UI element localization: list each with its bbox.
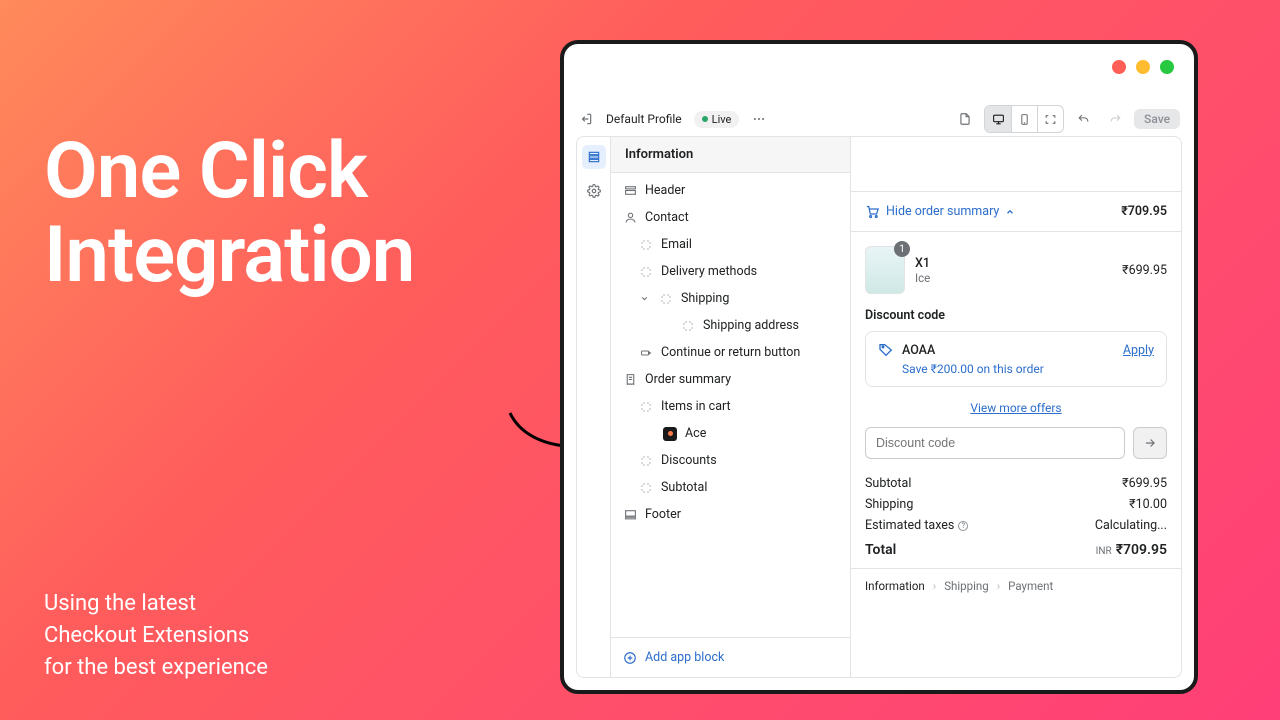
- profile-name: Default Profile: [606, 112, 682, 126]
- preview-panel: Hide order summary ₹709.95 X1 Ice ₹699.9…: [850, 136, 1182, 678]
- bc-step-shipping[interactable]: Shipping: [944, 579, 988, 593]
- block-discounts[interactable]: Discounts: [611, 447, 850, 474]
- block-email[interactable]: Email: [611, 231, 850, 258]
- desktop-icon[interactable]: [985, 106, 1011, 132]
- tag-icon: [878, 342, 894, 358]
- close-dot[interactable]: [1112, 60, 1126, 74]
- product-thumb: [865, 246, 905, 294]
- receipt-icon: [623, 373, 637, 387]
- expand-dot[interactable]: [1160, 60, 1174, 74]
- section-footer[interactable]: Footer: [611, 501, 850, 528]
- chevron-down-icon: [639, 294, 649, 304]
- product-variant: Ice: [915, 271, 1112, 285]
- block-icon: [681, 319, 695, 333]
- minimize-dot[interactable]: [1136, 60, 1150, 74]
- discount-heading: Discount code: [851, 308, 1181, 331]
- discount-input[interactable]: [865, 427, 1125, 459]
- hero-line1: One Click: [44, 126, 367, 217]
- window-controls: [1112, 60, 1174, 74]
- order-summary-toggle[interactable]: Hide order summary: [865, 204, 1015, 219]
- sections-tab[interactable]: [582, 145, 606, 169]
- footer-icon: [623, 508, 637, 522]
- discount-offer-card: AOAA Apply Save ₹200.00 on this order: [865, 331, 1167, 387]
- bc-step-info[interactable]: Information: [865, 579, 925, 593]
- block-icon: [639, 265, 653, 279]
- arrow-right-icon: [1143, 436, 1157, 450]
- page-icon[interactable]: [952, 106, 978, 132]
- info-icon: ?: [958, 521, 968, 531]
- fullscreen-icon[interactable]: [1037, 106, 1063, 132]
- bc-step-payment[interactable]: Payment: [1008, 579, 1053, 593]
- block-continue[interactable]: Continue or return button: [611, 339, 850, 366]
- exit-icon[interactable]: [578, 111, 594, 127]
- plus-icon: [623, 651, 637, 665]
- panel-title: Information: [611, 137, 850, 173]
- block-delivery[interactable]: Delivery methods: [611, 258, 850, 285]
- block-items[interactable]: Items in cart: [611, 393, 850, 420]
- apply-discount-button[interactable]: [1133, 427, 1167, 459]
- chevron-right-icon: ›: [933, 579, 936, 593]
- section-header[interactable]: Header: [611, 177, 850, 204]
- summary-total: ₹709.95: [1121, 204, 1167, 219]
- person-icon: [623, 211, 637, 225]
- block-icon: [639, 454, 653, 468]
- cart-icon: [865, 204, 880, 219]
- hero-subtext: Using the latestCheckout Extensionsfor t…: [44, 588, 268, 684]
- settings-tab[interactable]: [582, 179, 606, 203]
- undo-icon[interactable]: [1070, 106, 1096, 132]
- icon-rail: [576, 136, 610, 678]
- status-badge: Live: [694, 111, 740, 128]
- chevron-right-icon: ›: [997, 579, 1000, 593]
- product-price: ₹699.95: [1122, 263, 1167, 278]
- block-shipping[interactable]: Shipping: [611, 285, 850, 312]
- hero-heading: One ClickIntegration: [44, 130, 414, 298]
- checkout-breadcrumb: Information › Shipping › Payment: [851, 568, 1181, 603]
- block-icon: [639, 400, 653, 414]
- apply-link[interactable]: Apply: [1123, 343, 1154, 358]
- discount-code-label: AOAA: [902, 343, 935, 358]
- hero-line2: Integration: [44, 210, 414, 301]
- product-title: X1: [915, 256, 1112, 271]
- block-subtotal[interactable]: Subtotal: [611, 474, 850, 501]
- add-app-block[interactable]: Add app block: [611, 637, 850, 677]
- redo-icon[interactable]: [1102, 106, 1128, 132]
- shipping-line: Shipping₹10.00: [851, 494, 1181, 515]
- view-more-offers[interactable]: View more offers: [851, 395, 1181, 427]
- app-window: Default Profile Live Save Inf: [560, 40, 1198, 694]
- cart-item: X1 Ice ₹699.95: [851, 232, 1181, 308]
- chevron-up-icon: [1005, 207, 1015, 217]
- structure-panel: Information Header Contact Email Deliver…: [610, 136, 850, 678]
- block-ace[interactable]: Ace: [611, 420, 850, 447]
- section-order-summary[interactable]: Order summary: [611, 366, 850, 393]
- ace-icon: [663, 427, 677, 441]
- continue-icon: [639, 346, 653, 360]
- total-line: TotalINR₹709.95: [851, 536, 1181, 568]
- block-icon: [659, 292, 673, 306]
- subtotal-line: Subtotal₹699.95: [851, 473, 1181, 494]
- viewport-group: [984, 105, 1064, 133]
- block-icon: [639, 238, 653, 252]
- section-contact[interactable]: Contact: [611, 204, 850, 231]
- mobile-icon[interactable]: [1011, 106, 1037, 132]
- save-button[interactable]: Save: [1134, 109, 1180, 129]
- block-shipping-address[interactable]: Shipping address: [611, 312, 850, 339]
- discount-save-msg: Save ₹200.00 on this order: [878, 362, 1154, 376]
- tax-line: Estimated taxes?Calculating...: [851, 515, 1181, 536]
- header-icon: [623, 184, 637, 198]
- block-icon: [639, 481, 653, 495]
- more-icon[interactable]: [751, 111, 767, 127]
